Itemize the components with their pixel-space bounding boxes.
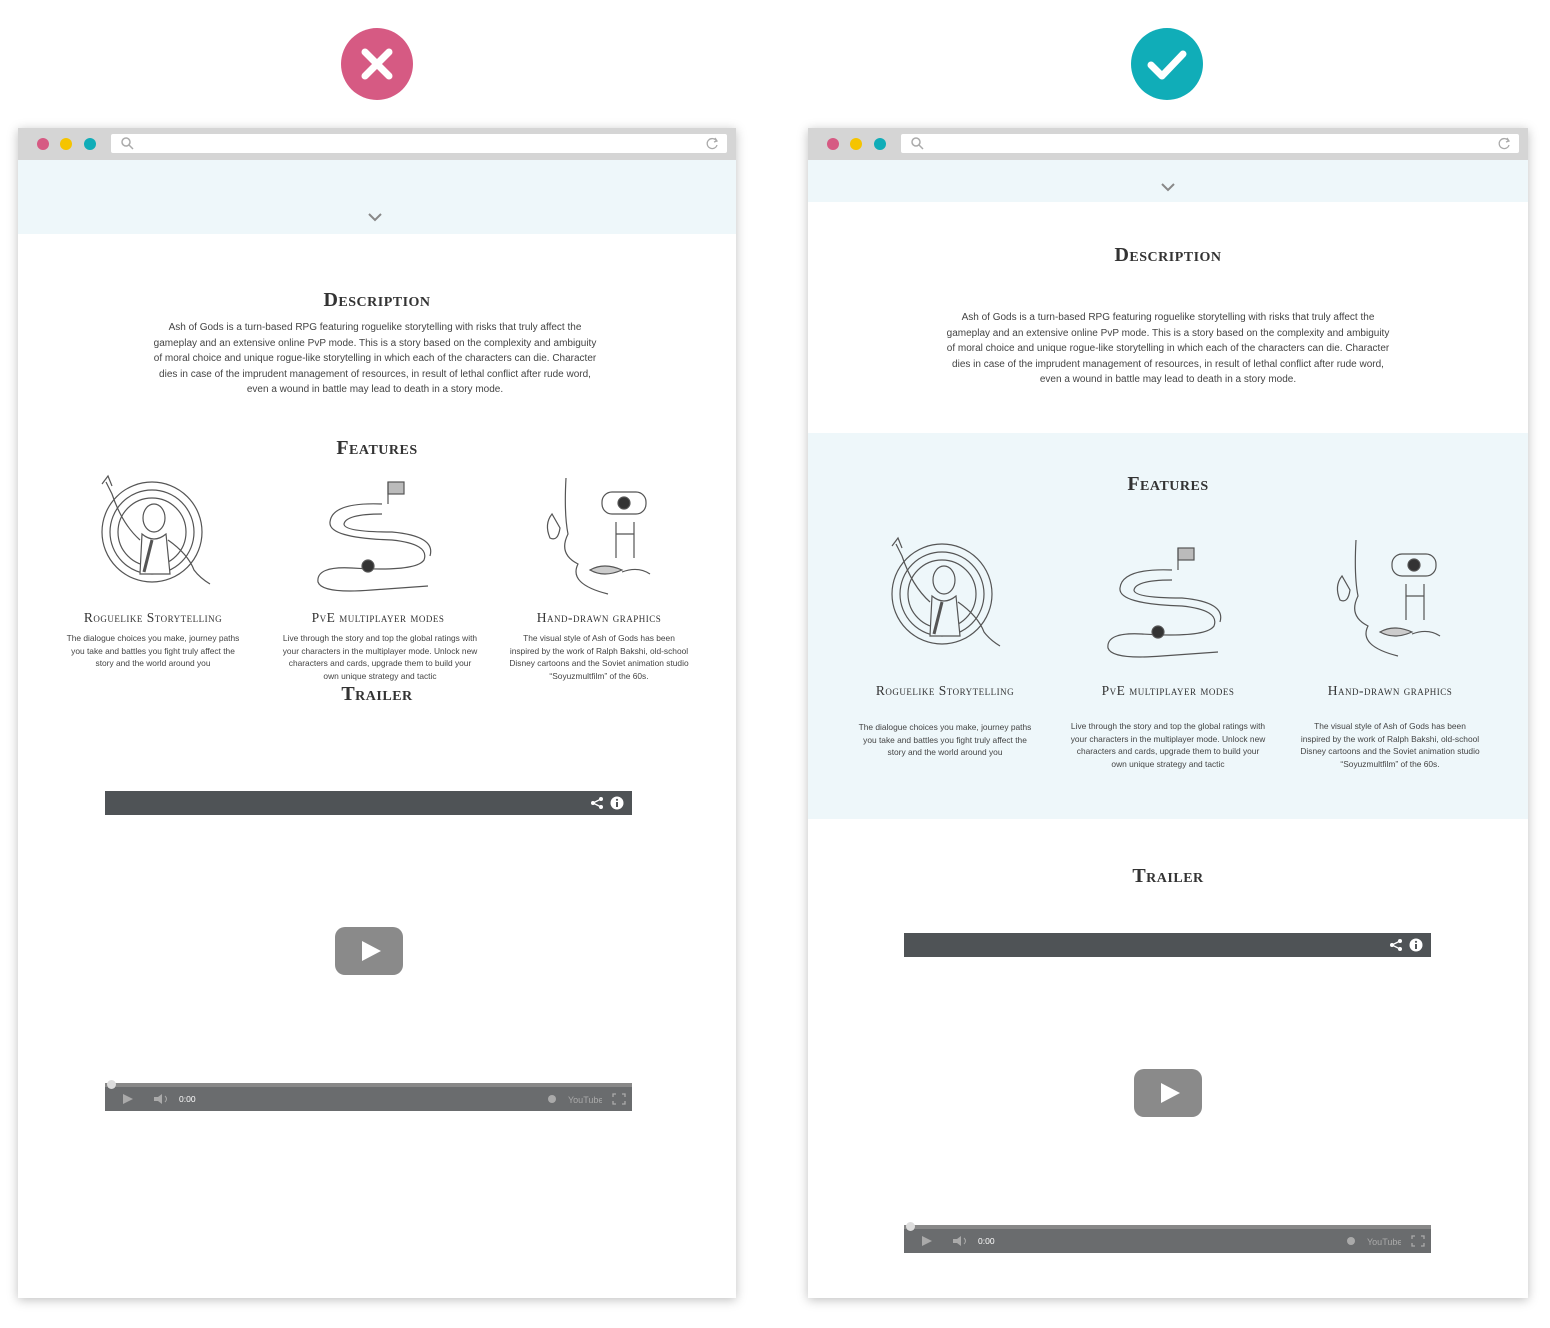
search-icon xyxy=(911,137,924,150)
chevron-down-icon[interactable] xyxy=(1160,182,1176,192)
surreal-face-illustration xyxy=(1336,539,1441,657)
description-text: Ash of Gods is a turn-based RPG featurin… xyxy=(153,322,597,396)
youtube-logo-icon[interactable]: YouTube xyxy=(1367,1235,1401,1247)
video-player[interactable]: 0:00 YouTube xyxy=(904,933,1431,1255)
browser-window-correct: Description Ash of Gods is a turn-based … xyxy=(808,128,1528,1298)
browser-window-wrong: Description Ash of Gods is a turn-based … xyxy=(18,128,736,1298)
close-dot[interactable] xyxy=(827,138,839,150)
feature-text-1: The dialogue choices you make, journey p… xyxy=(66,633,240,669)
fullscreen-icon[interactable] xyxy=(612,1093,626,1105)
minimize-dot[interactable] xyxy=(850,138,862,150)
feature-title-2: PvE multiplayer modes xyxy=(311,610,445,625)
play-small-icon[interactable] xyxy=(121,1093,135,1105)
description-heading: Description xyxy=(323,289,431,311)
wrong-badge xyxy=(341,28,413,100)
features-heading: Features xyxy=(336,437,418,459)
feature-text-2: Live through the story and top the globa… xyxy=(1070,721,1266,770)
feature-text-3: The visual style of Ash of Gods has been… xyxy=(1300,721,1480,770)
close-icon xyxy=(361,48,393,80)
hero-band xyxy=(18,160,736,234)
maximize-dot[interactable] xyxy=(874,138,886,150)
progress-handle[interactable] xyxy=(906,1222,915,1231)
progress-bar[interactable] xyxy=(105,1080,632,1089)
youtube-logo-icon[interactable]: YouTube xyxy=(568,1093,602,1105)
video-top-bar xyxy=(105,791,632,815)
video-controls: 0:00 YouTube xyxy=(904,1222,1431,1253)
browser-toolbar xyxy=(808,128,1528,160)
video-player[interactable]: 0:00 YouTube xyxy=(105,791,632,1113)
feature-title-2: PvE multiplayer modes xyxy=(1101,683,1235,698)
reload-icon[interactable] xyxy=(706,137,719,150)
winding-road-illustration xyxy=(317,481,432,592)
play-small-icon[interactable] xyxy=(920,1235,934,1247)
description-heading: Description xyxy=(1114,244,1222,266)
hero-band xyxy=(808,160,1528,202)
volume-icon[interactable] xyxy=(153,1093,171,1105)
video-top-bar xyxy=(904,933,1431,957)
feature-title-1: Roguelike Storytelling xyxy=(875,683,1015,698)
play-icon xyxy=(1161,1083,1180,1103)
trailer-heading: Trailer xyxy=(341,683,413,705)
description-text: Ash of Gods is a turn-based RPG featurin… xyxy=(946,312,1390,386)
play-icon xyxy=(362,941,381,961)
storyteller-illustration xyxy=(891,536,1001,647)
youtube-wordmark: YouTube xyxy=(568,1095,602,1105)
video-time: 0:00 xyxy=(179,1094,196,1104)
progress-bar[interactable] xyxy=(904,1222,1431,1231)
feature-title-3: Hand-drawn graphics xyxy=(1327,683,1453,698)
settings-icon[interactable] xyxy=(546,1093,558,1105)
close-dot[interactable] xyxy=(37,138,49,150)
share-icon[interactable] xyxy=(590,796,604,810)
correct-badge xyxy=(1131,28,1203,100)
winding-road-illustration xyxy=(1107,547,1222,658)
search-icon xyxy=(121,137,134,150)
chevron-down-icon[interactable] xyxy=(367,212,383,222)
fullscreen-icon[interactable] xyxy=(1411,1235,1425,1247)
play-button[interactable] xyxy=(335,927,403,975)
youtube-wordmark: YouTube xyxy=(1367,1237,1401,1247)
maximize-dot[interactable] xyxy=(84,138,96,150)
volume-icon[interactable] xyxy=(952,1235,970,1247)
features-heading: Features xyxy=(1127,473,1209,495)
feature-text-2: Live through the story and top the globa… xyxy=(282,633,478,682)
play-button[interactable] xyxy=(1134,1069,1202,1117)
reload-icon[interactable] xyxy=(1498,137,1511,150)
video-time: 0:00 xyxy=(978,1236,995,1246)
settings-icon[interactable] xyxy=(1345,1235,1357,1247)
feature-title-1: Roguelike Storytelling xyxy=(83,610,223,625)
trailer-heading: Trailer xyxy=(1132,865,1204,887)
progress-handle[interactable] xyxy=(107,1080,116,1089)
info-icon[interactable] xyxy=(610,796,624,810)
minimize-dot[interactable] xyxy=(60,138,72,150)
address-bar[interactable] xyxy=(901,134,1519,153)
video-controls: 0:00 YouTube xyxy=(105,1080,632,1111)
browser-toolbar xyxy=(18,128,736,160)
feature-text-1: The dialogue choices you make, journey p… xyxy=(858,722,1032,758)
address-bar[interactable] xyxy=(111,134,727,153)
check-icon xyxy=(1147,50,1187,80)
surreal-face-illustration xyxy=(546,477,651,595)
share-icon[interactable] xyxy=(1389,938,1403,952)
storyteller-illustration xyxy=(101,474,211,585)
info-icon[interactable] xyxy=(1409,938,1423,952)
feature-text-3: The visual style of Ash of Gods has been… xyxy=(509,633,689,682)
feature-title-3: Hand-drawn graphics xyxy=(536,610,662,625)
